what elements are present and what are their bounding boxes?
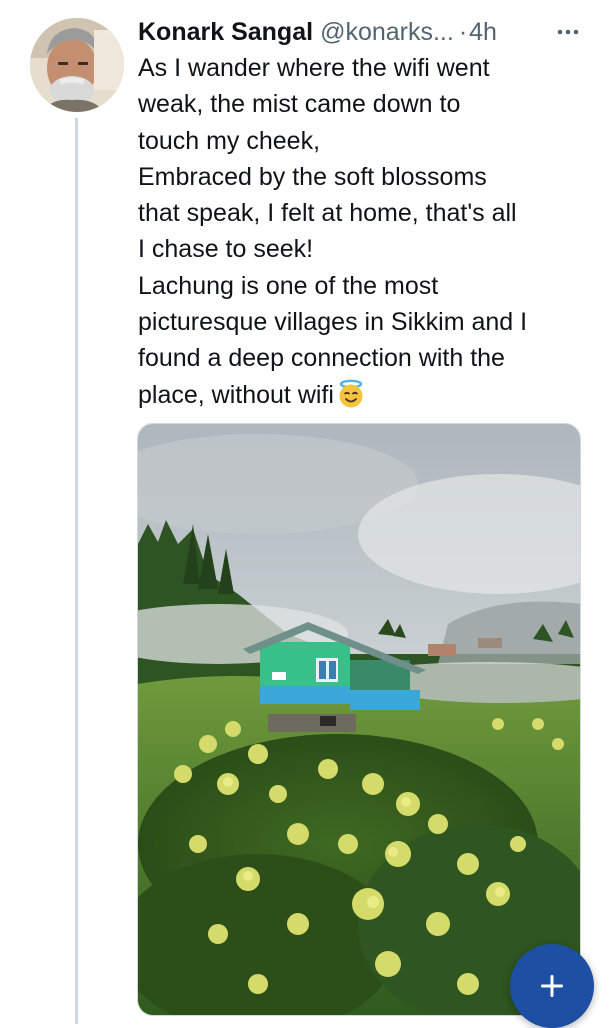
smiling-face-with-halo-emoji bbox=[336, 379, 366, 419]
tweet[interactable]: Konark Sangal @konarks... · 4h As I wand… bbox=[0, 0, 611, 1028]
tweet-text-line: Lachung is one of the most bbox=[138, 271, 439, 300]
tweet-text-line: place, without wifi bbox=[138, 380, 334, 409]
more-dots-icon bbox=[557, 29, 579, 35]
tweet-text-line: found a deep connection with the bbox=[138, 344, 505, 373]
tweet-text-line: As I wander where the wifi went bbox=[138, 54, 490, 82]
more-options-button[interactable] bbox=[551, 14, 585, 50]
tweet-text-line: that speak, I felt at home, that's all bbox=[138, 199, 517, 228]
tweet-text-line: Embraced by the soft blossoms bbox=[138, 162, 487, 191]
tweet-timestamp[interactable]: 4h bbox=[469, 18, 497, 47]
tweet-header: Konark Sangal @konarks... · 4h bbox=[138, 14, 583, 50]
author-name[interactable]: Konark Sangal bbox=[138, 18, 313, 47]
tweet-text-line: picturesque villages in Sikkim and I bbox=[138, 308, 528, 337]
photo-lachung-house-in-mist bbox=[138, 424, 580, 1015]
tweet-text-line: touch my cheek, bbox=[138, 126, 321, 155]
tweet-text-line-last: place, without wifi bbox=[138, 377, 588, 419]
thread-connector-line bbox=[75, 118, 78, 1024]
avatar-photo bbox=[30, 18, 124, 112]
timestamp-separator: · bbox=[458, 17, 468, 46]
author-handle[interactable]: @konarks... bbox=[320, 18, 454, 47]
tweet-text: As I wander where the wifi went weak, th… bbox=[138, 50, 588, 419]
plus-icon bbox=[541, 975, 563, 997]
tweet-photo[interactable] bbox=[137, 423, 581, 1016]
tweet-text-line: I chase to seek! bbox=[138, 235, 314, 264]
tweet-text-line: weak, the mist came down to bbox=[138, 90, 461, 119]
avatar[interactable] bbox=[30, 18, 124, 112]
compose-tweet-button[interactable] bbox=[510, 944, 594, 1028]
